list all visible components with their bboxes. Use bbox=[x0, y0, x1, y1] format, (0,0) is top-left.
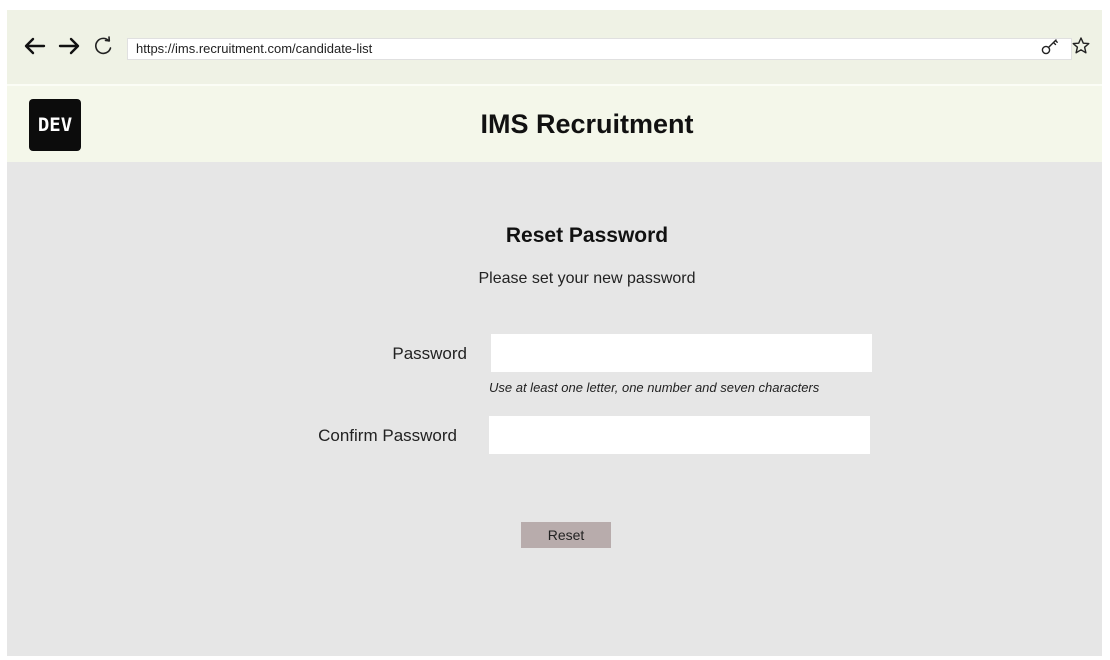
form-title: Reset Password bbox=[505, 224, 669, 247]
confirm-password-field[interactable] bbox=[489, 416, 870, 454]
star-icon[interactable] bbox=[1069, 34, 1093, 58]
reset-button[interactable]: Reset bbox=[521, 522, 611, 548]
password-hint: Use at least one letter, one number and … bbox=[489, 380, 820, 395]
dev-logo[interactable]: DEV bbox=[29, 99, 81, 151]
address-bar[interactable]: https://ims.recruitment.com/candidate-li… bbox=[127, 38, 1072, 60]
app-header: DEV IMS Recruitment bbox=[7, 86, 1102, 162]
browser-toolbar: https://ims.recruitment.com/candidate-li… bbox=[7, 10, 1102, 86]
reload-icon[interactable] bbox=[91, 34, 115, 58]
app-title: IMS Recruitment bbox=[480, 109, 694, 139]
confirm-password-label: Confirm Password bbox=[318, 426, 457, 445]
password-label: Password bbox=[392, 344, 467, 363]
password-field[interactable] bbox=[491, 334, 872, 372]
browser-window: https://ims.recruitment.com/candidate-li… bbox=[7, 10, 1102, 656]
key-icon[interactable] bbox=[1038, 34, 1062, 58]
arrow-left-icon[interactable] bbox=[23, 34, 47, 58]
form-subtitle: Please set your new password bbox=[478, 270, 696, 287]
arrow-right-icon[interactable] bbox=[57, 34, 81, 58]
